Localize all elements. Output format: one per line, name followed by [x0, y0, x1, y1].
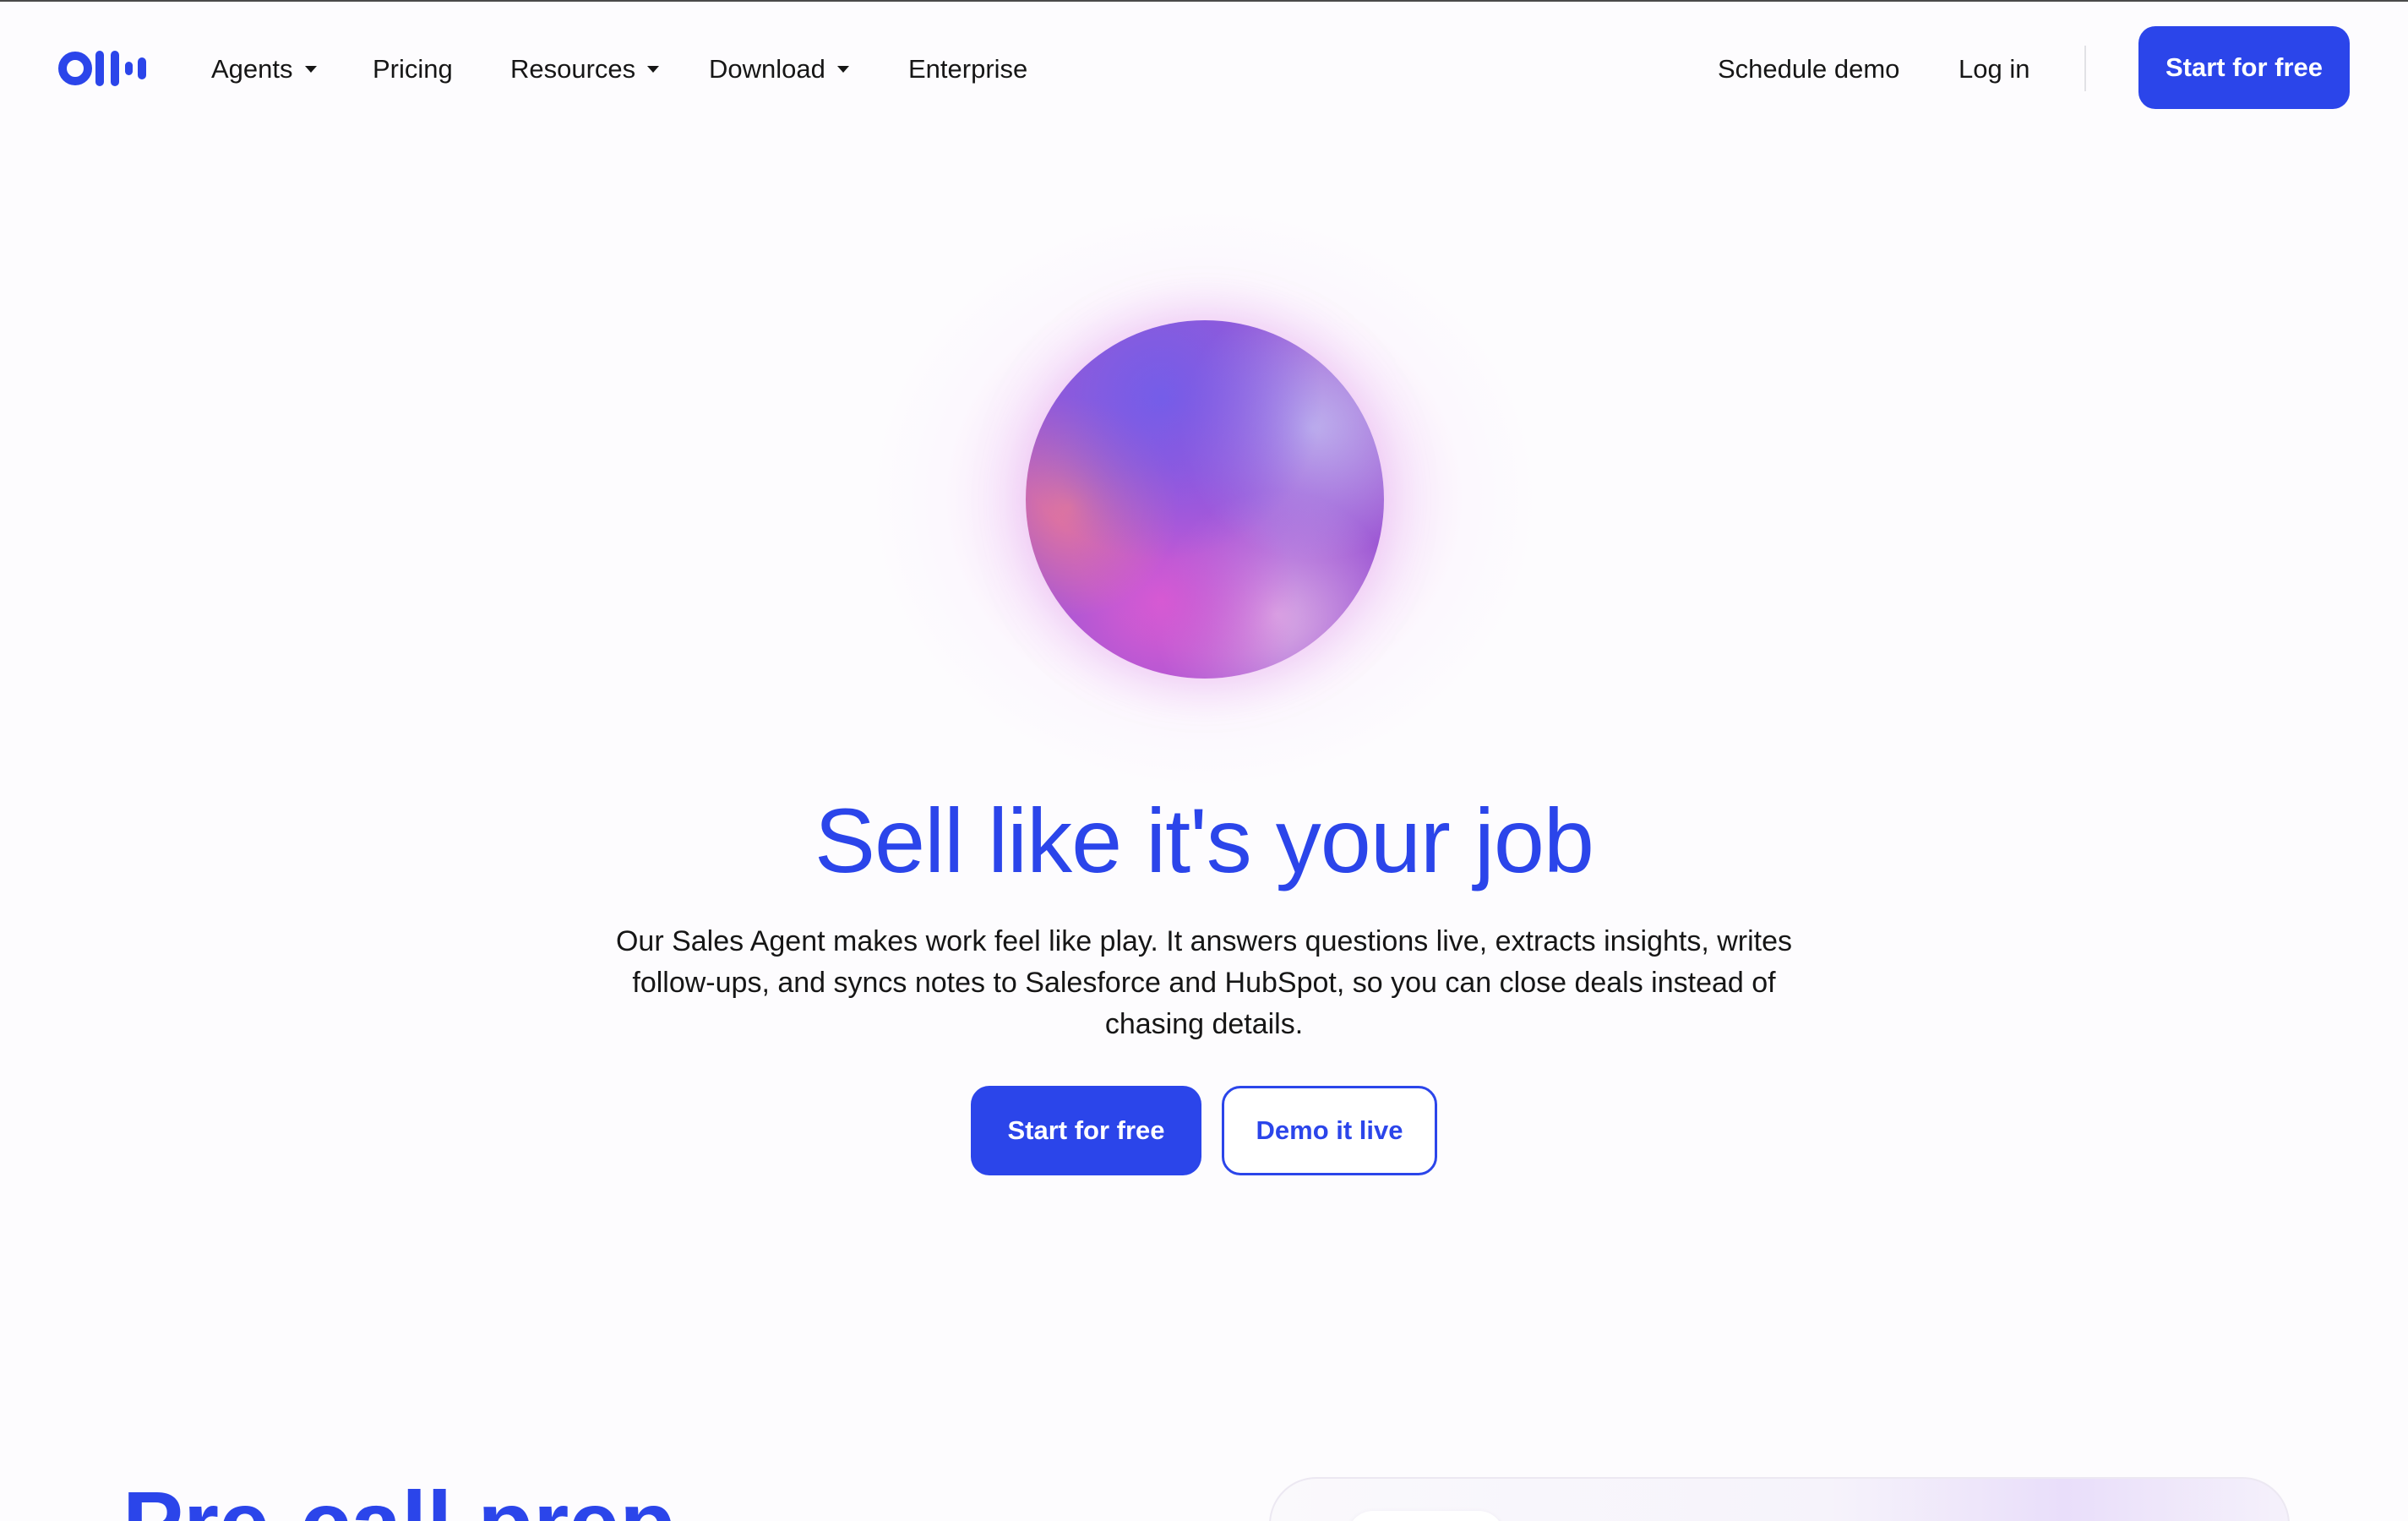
caret-down-icon: [836, 66, 849, 73]
otter-logo[interactable]: [57, 51, 152, 86]
hero-title: Sell like it's your job: [814, 789, 1594, 891]
nav-enterprise-label: Enterprise: [908, 54, 1028, 84]
schedule-demo-label: Schedule demo: [1718, 54, 1900, 84]
feature-preview-pill: [1348, 1511, 1504, 1521]
nav-resources-label: Resources: [510, 54, 636, 84]
schedule-demo-link[interactable]: Schedule demo: [1718, 52, 1899, 86]
otter-logo-icon: [58, 51, 146, 86]
demo-it-live-button[interactable]: Demo it live: [1222, 1086, 1437, 1175]
start-for-free-header-label: Start for free: [2165, 52, 2324, 82]
nav-download[interactable]: Download: [709, 52, 849, 86]
log-in-link[interactable]: Log in: [1959, 52, 2029, 86]
nav-pricing-label: Pricing: [373, 54, 453, 84]
hero-subtitle: Our Sales Agent makes work feel like pla…: [615, 925, 1793, 1040]
hero-orb-shading: [1026, 320, 1384, 679]
caret-down-icon: [304, 66, 317, 73]
pre-call-prep-heading: Pre-call prep: [123, 1469, 675, 1521]
start-for-free-button[interactable]: Start for free: [971, 1086, 1201, 1175]
nav-pricing[interactable]: Pricing: [373, 52, 453, 86]
nav-download-label: Download: [709, 54, 825, 84]
start-for-free-label: Start for free: [1007, 1115, 1165, 1145]
site-header: Agents Pricing Resources Download Enterp…: [0, 0, 2408, 135]
nav-resources[interactable]: Resources: [510, 52, 660, 86]
caret-down-icon: [647, 66, 660, 73]
log-in-label: Log in: [1959, 54, 2030, 84]
nav-divider: [2084, 46, 2086, 91]
nav-agents[interactable]: Agents: [211, 52, 317, 86]
demo-it-live-label: Demo it live: [1256, 1115, 1403, 1145]
hero-orb-image: [1026, 320, 1384, 679]
nav-agents-label: Agents: [211, 54, 293, 84]
nav-enterprise[interactable]: Enterprise: [908, 52, 1027, 86]
start-for-free-header-button[interactable]: Start for free: [2138, 26, 2350, 109]
page: Agents Pricing Resources Download Enterp…: [0, 0, 2408, 1521]
